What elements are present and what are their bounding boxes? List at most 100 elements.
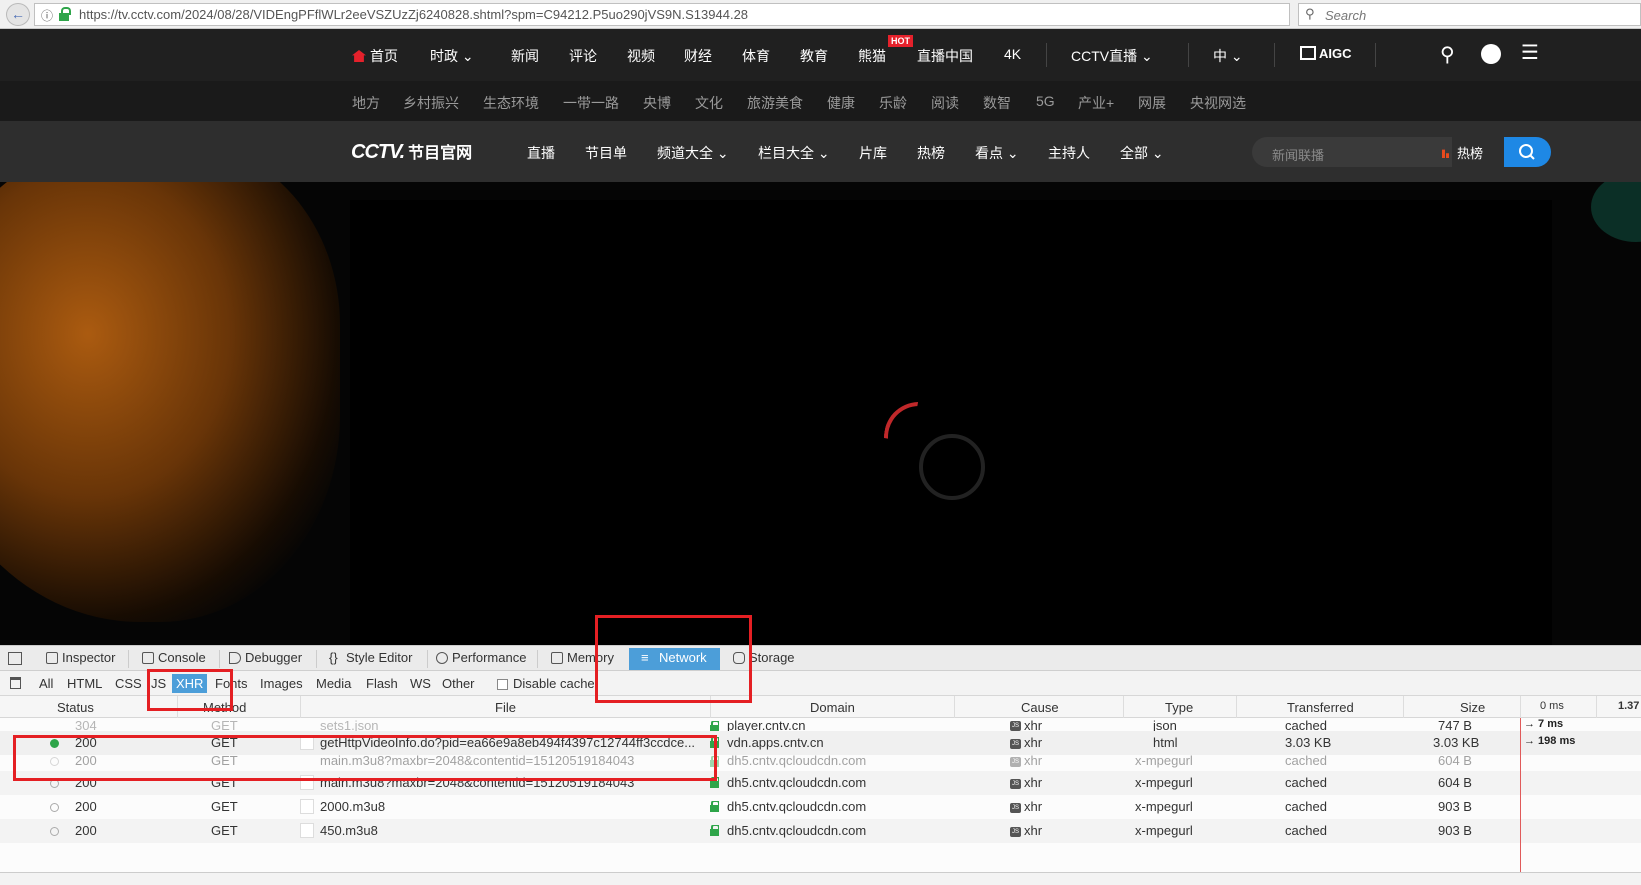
subnav-item[interactable]: 生态环境 — [483, 93, 539, 113]
col-status[interactable]: Status — [57, 700, 94, 715]
nav-comment[interactable]: 评论 — [569, 46, 597, 66]
subnav-item[interactable]: 网展 — [1138, 93, 1166, 113]
subnav-item[interactable]: 数智 — [983, 93, 1011, 113]
js-icon: JS — [1010, 827, 1021, 837]
devtools-tabs: Inspector Console Debugger {} Style Edito… — [0, 646, 1641, 671]
nav-news[interactable]: 新闻 — [511, 46, 539, 66]
program-nav-item[interactable]: 节目单 — [585, 143, 627, 163]
nav-panda[interactable]: 熊猫 — [858, 46, 886, 66]
filter-other[interactable]: Other — [438, 674, 479, 693]
site-top-nav: 首页 时政 ⌄ 新闻 评论 视频 财经 体育 教育 HOT 熊猫 直播中国 4K… — [0, 29, 1641, 81]
filter-html[interactable]: HTML — [63, 674, 106, 693]
col-waterfall-start: 0 ms — [1540, 700, 1564, 712]
subnav-item[interactable]: 央视网选 — [1190, 93, 1246, 113]
address-bar[interactable]: ⓘ https://tv.cctv.com/2024/08/28/VIDEngP… — [34, 3, 1313, 26]
nav-language[interactable]: 中 ⌄ — [1213, 46, 1243, 66]
nav-live-china[interactable]: 直播中国 — [917, 46, 973, 66]
annotation-box-network — [595, 615, 752, 703]
element-picker-icon[interactable] — [8, 652, 22, 665]
cctv-logo[interactable]: CCTV. 节目官网 — [351, 139, 472, 164]
divider — [1274, 43, 1275, 67]
subnav-item[interactable]: 产业+ — [1078, 93, 1114, 113]
video-player[interactable] — [350, 200, 1552, 645]
info-icon[interactable]: ⓘ — [41, 7, 53, 24]
divider — [1375, 43, 1376, 67]
request-table-header: Status Method File Domain Cause Type Tra… — [0, 696, 1641, 718]
lock-icon — [59, 7, 71, 21]
status-dot — [50, 827, 59, 836]
menu-icon[interactable]: ☰ — [1521, 43, 1539, 63]
subnav-item[interactable]: 地方 — [352, 93, 380, 113]
nav-video[interactable]: 视频 — [627, 46, 655, 66]
file-icon — [300, 823, 314, 838]
js-icon: JS — [1010, 803, 1021, 813]
subnav-item[interactable]: 一带一路 — [563, 93, 619, 113]
site-sub-nav: 地方 乡村振兴 生态环境 一带一路 央博 文化 旅游美食 健康 乐龄 阅读 数智… — [0, 81, 1641, 121]
tab-inspector[interactable]: Inspector — [44, 648, 124, 670]
filter-css[interactable]: CSS — [111, 674, 146, 693]
program-nav-item[interactable]: 片库 — [859, 143, 887, 163]
subnav-item[interactable]: 阅读 — [931, 93, 959, 113]
tab-performance[interactable]: Performance — [434, 648, 534, 670]
waterfall-marker — [1520, 718, 1521, 885]
program-nav-item[interactable]: 频道大全 ⌄ — [657, 143, 729, 163]
network-status-bar — [0, 872, 1641, 885]
site-search-button[interactable] — [1504, 137, 1551, 167]
program-nav-item[interactable]: 全部 ⌄ — [1120, 143, 1164, 163]
browser-search-input[interactable]: ⚲ Search — [1298, 3, 1641, 26]
disable-cache-checkbox[interactable] — [497, 679, 508, 690]
nav-cctv-live[interactable]: CCTV直播 ⌄ — [1071, 46, 1153, 66]
filter-media[interactable]: Media — [312, 674, 355, 693]
trash-icon[interactable] — [10, 677, 21, 689]
nav-education[interactable]: 教育 — [800, 46, 828, 66]
debugger-icon — [229, 652, 241, 664]
inspector-icon — [46, 652, 58, 664]
subnav-item[interactable]: 央博 — [643, 93, 671, 113]
subnav-item[interactable]: 5G — [1036, 93, 1055, 109]
nav-4k[interactable]: 4K — [1004, 46, 1021, 62]
site-search-input[interactable]: 新闻联播 — [1252, 137, 1452, 167]
program-nav-item[interactable]: 看点 ⌄ — [975, 143, 1019, 163]
col-domain[interactable]: Domain — [810, 700, 855, 715]
col-transferred[interactable]: Transferred — [1287, 700, 1354, 715]
nav-sports[interactable]: 体育 — [742, 46, 770, 66]
tab-style-editor[interactable]: {} Style Editor — [328, 648, 424, 670]
col-size[interactable]: Size — [1460, 700, 1485, 715]
subnav-item[interactable]: 旅游美食 — [747, 93, 803, 113]
aigc-link[interactable]: AIGC — [1300, 46, 1352, 61]
program-nav-item[interactable]: 热榜 — [917, 143, 945, 163]
program-nav-item[interactable]: 主持人 — [1048, 143, 1090, 163]
user-icon[interactable] — [1481, 44, 1501, 64]
subnav-item[interactable]: 乡村振兴 — [403, 93, 459, 113]
search-icon: ⚲ — [1305, 6, 1315, 21]
nav-shizheng[interactable]: 时政 ⌄ — [430, 46, 474, 66]
subnav-item[interactable]: 健康 — [827, 93, 855, 113]
program-nav-item[interactable]: 栏目大全 ⌄ — [758, 143, 830, 163]
js-icon: JS — [1010, 721, 1021, 731]
col-cause[interactable]: Cause — [1021, 700, 1059, 715]
video-area — [0, 182, 1641, 645]
back-arrow-icon[interactable]: ← — [6, 3, 30, 26]
program-nav-item[interactable]: 直播 — [527, 143, 555, 163]
table-row[interactable]: 200 GET 2000.m3u8 dh5.cntv.qcloudcdn.com… — [0, 795, 1641, 819]
filter-images[interactable]: Images — [256, 674, 307, 693]
divider — [1046, 43, 1047, 67]
filter-ws[interactable]: WS — [406, 674, 435, 693]
tab-debugger[interactable]: Debugger — [227, 648, 313, 670]
search-icon[interactable]: ⚲ — [1440, 42, 1455, 67]
tab-console[interactable]: Console — [140, 648, 216, 670]
hot-rank-link[interactable]: 热榜 — [1442, 143, 1483, 162]
subnav-item[interactable]: 乐龄 — [879, 93, 907, 113]
filter-flash[interactable]: Flash — [362, 674, 402, 693]
nav-home[interactable]: 首页 — [352, 46, 398, 66]
table-row[interactable]: 200 GET 450.m3u8 dh5.cntv.qcloudcdn.com … — [0, 819, 1641, 843]
program-nav: CCTV. 节目官网 直播 节目单 频道大全 ⌄ 栏目大全 ⌄ 片库 热榜 看点 … — [0, 121, 1641, 182]
home-icon — [352, 50, 366, 62]
filter-all[interactable]: All — [35, 674, 57, 693]
url-text[interactable]: https://tv.cctv.com/2024/08/28/VIDEngPFf… — [79, 7, 748, 22]
nav-finance[interactable]: 财经 — [684, 46, 712, 66]
col-file[interactable]: File — [495, 700, 516, 715]
col-type[interactable]: Type — [1165, 700, 1193, 715]
subnav-item[interactable]: 文化 — [695, 93, 723, 113]
search-placeholder: Search — [1325, 8, 1367, 23]
